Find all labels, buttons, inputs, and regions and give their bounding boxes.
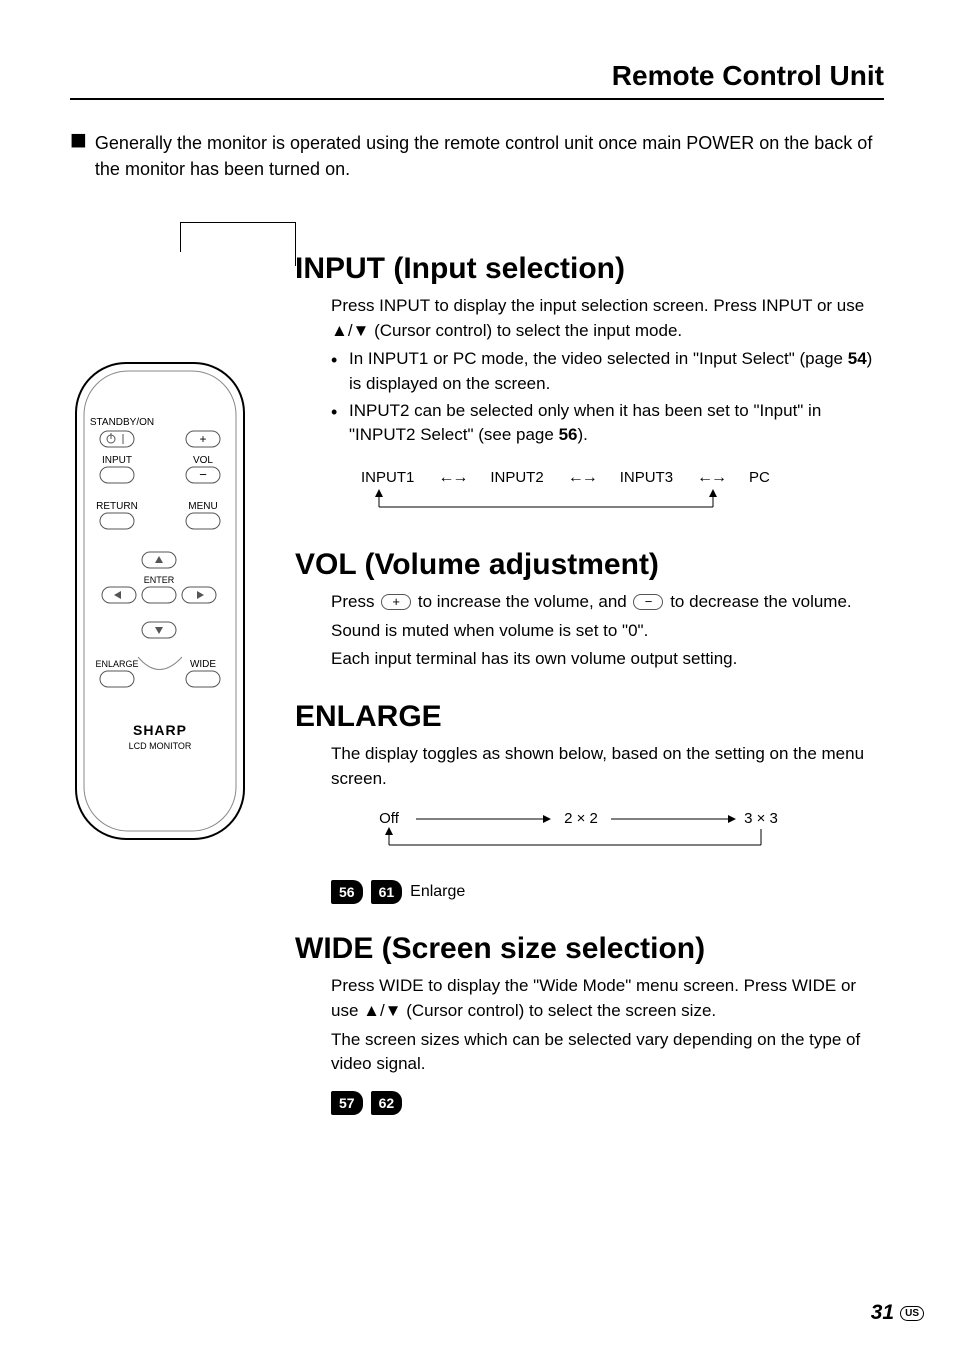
enlarge-flow-diagram: Off 2 × 2 3 × 3 xyxy=(361,809,884,866)
plus-button-icon: + xyxy=(381,594,411,610)
heading-vol: VOL (Volume adjustment) xyxy=(295,548,884,582)
minus-button-icon: − xyxy=(633,594,663,610)
leader-line xyxy=(180,222,295,223)
flow-input1: INPUT1 xyxy=(361,467,414,489)
section-enlarge: ENLARGE The display toggles as shown bel… xyxy=(295,700,884,904)
intro-block: ■ Generally the monitor is operated usin… xyxy=(70,130,884,182)
svg-text:ENLARGE: ENLARGE xyxy=(95,659,138,669)
svg-text:INPUT: INPUT xyxy=(102,455,132,466)
svg-text:MENU: MENU xyxy=(188,501,217,512)
badge-label: Enlarge xyxy=(410,880,465,903)
section-input: INPUT (Input selection) Press INPUT to d… xyxy=(295,252,884,520)
svg-text:WIDE: WIDE xyxy=(190,659,216,670)
double-arrow-icon: ←→ xyxy=(568,466,596,489)
intro-text: Generally the monitor is operated using … xyxy=(95,130,884,182)
input-desc: Press INPUT to display the input selecti… xyxy=(331,294,884,343)
heading-input: INPUT (Input selection) xyxy=(295,252,884,286)
svg-text:ENTER: ENTER xyxy=(144,575,175,585)
svg-text:VOL: VOL xyxy=(193,455,213,466)
flow-input2: INPUT2 xyxy=(490,467,543,489)
enlarge-desc: The display toggles as shown below, base… xyxy=(331,742,884,791)
vol-line-1: Press + to increase the volume, and − to… xyxy=(331,590,884,615)
page-number: 31 xyxy=(871,1301,894,1325)
input-bullet-1: In INPUT1 or PC mode, the video selected… xyxy=(331,347,884,396)
square-bullet-icon: ■ xyxy=(70,130,87,150)
page-badge: 57 xyxy=(331,1091,363,1115)
enlarge-flow-svg: Off 2 × 2 3 × 3 xyxy=(361,809,781,859)
svg-text:LCD MONITOR: LCD MONITOR xyxy=(129,741,192,751)
svg-text:+: + xyxy=(199,432,206,446)
vol-line-3: Each input terminal has its own volume o… xyxy=(331,647,884,672)
input-flow-diagram: INPUT1 ←→ INPUT2 ←→ INPUT3 ←→ PC xyxy=(361,466,884,520)
standby-on-label: STANDBY/ON xyxy=(90,417,154,428)
heading-wide: WIDE (Screen size selection) xyxy=(295,932,884,966)
svg-text:2 × 2: 2 × 2 xyxy=(564,810,598,827)
vol-line-2: Sound is muted when volume is set to "0"… xyxy=(331,619,884,644)
wide-page-refs: 57 62 xyxy=(331,1091,884,1115)
page-footer: 31 US xyxy=(871,1301,924,1325)
svg-text:RETURN: RETURN xyxy=(96,501,138,512)
remote-svg: STANDBY/ON + INPUT VOL − RETURN MENU ENT… xyxy=(70,357,250,857)
double-arrow-icon: ←→ xyxy=(697,466,725,489)
wide-line-2: The screen sizes which can be selected v… xyxy=(331,1028,884,1077)
page-badge: 56 xyxy=(331,880,363,904)
region-badge: US xyxy=(900,1306,924,1321)
section-wide: WIDE (Screen size selection) Press WIDE … xyxy=(295,932,884,1115)
wide-line-1: Press WIDE to display the "Wide Mode" me… xyxy=(331,974,884,1023)
svg-text:3 × 3: 3 × 3 xyxy=(744,810,778,827)
flow-input3: INPUT3 xyxy=(620,467,673,489)
enlarge-page-refs: 56 61 Enlarge xyxy=(331,880,884,904)
flow-pc: PC xyxy=(749,467,770,489)
svg-text:SHARP: SHARP xyxy=(133,722,187,738)
double-arrow-icon: ←→ xyxy=(438,466,466,489)
page-badge: 61 xyxy=(371,880,403,904)
remote-illustration: STANDBY/ON + INPUT VOL − RETURN MENU ENT… xyxy=(70,357,250,857)
leader-line xyxy=(180,222,181,252)
heading-enlarge: ENLARGE xyxy=(295,700,884,734)
page-badge: 62 xyxy=(371,1091,403,1115)
section-vol: VOL (Volume adjustment) Press + to incre… xyxy=(295,548,884,672)
page-title: Remote Control Unit xyxy=(70,60,884,100)
svg-text:−: − xyxy=(199,467,207,482)
loop-arrow-icon xyxy=(361,489,731,513)
svg-text:Off: Off xyxy=(379,810,400,827)
input-bullet-2: INPUT2 can be selected only when it has … xyxy=(331,399,884,448)
